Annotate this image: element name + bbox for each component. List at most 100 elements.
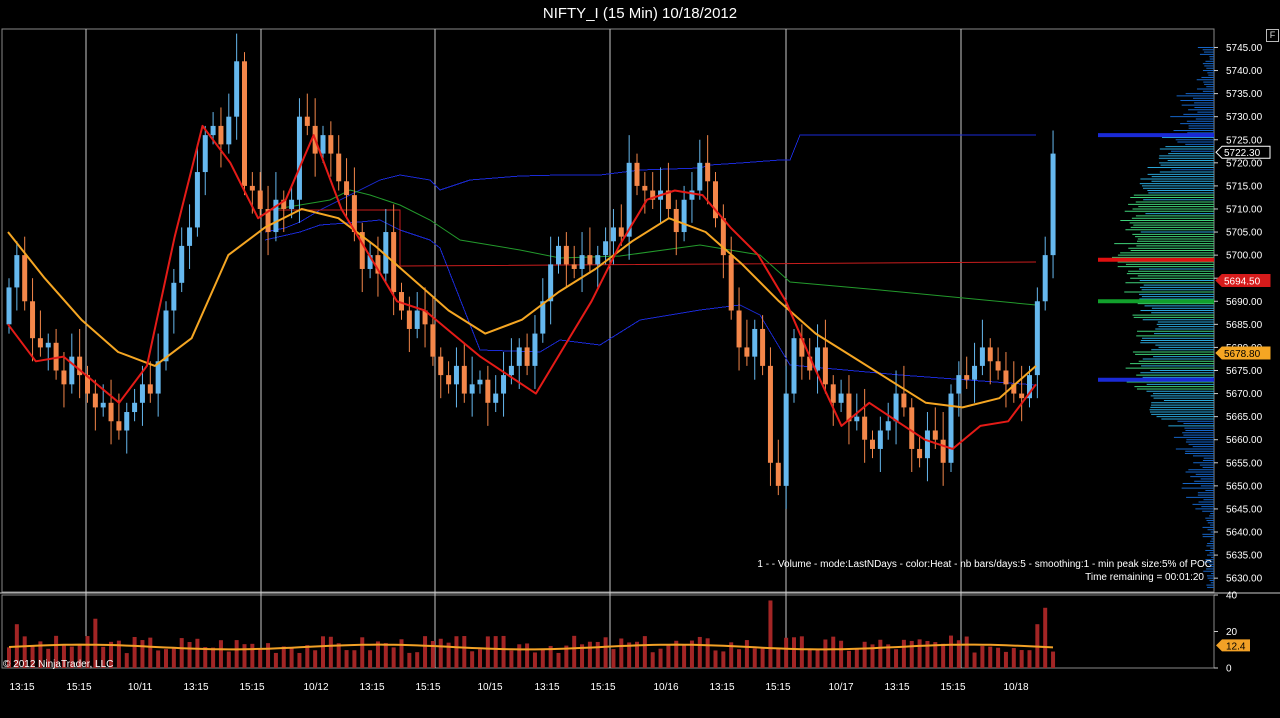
volume-bar — [894, 649, 899, 668]
volume-bar — [336, 643, 341, 668]
volume-badge-label: 12.4 — [1226, 641, 1246, 652]
candle-body — [296, 116, 302, 200]
candle-body — [556, 245, 561, 265]
y-tick-label: 5675.00 — [1226, 366, 1263, 377]
candle-body — [14, 255, 20, 288]
candle-body — [147, 384, 153, 394]
candle-body — [736, 310, 742, 348]
candle — [477, 370, 483, 394]
volume-bar — [493, 636, 498, 668]
volume-bar — [941, 643, 946, 668]
chart-canvas[interactable]: 5745.00 5740.00 5735.00 5730.00 5725.00 5720.… — [0, 0, 1280, 718]
candle-body — [822, 347, 828, 385]
price-badge-label: 5678.80 — [1224, 349, 1261, 360]
volume-bar — [862, 641, 867, 668]
candle — [948, 384, 954, 473]
volume-bar — [148, 637, 153, 668]
volume-bar — [1019, 650, 1024, 668]
candle-body — [595, 255, 601, 265]
volume-bar — [517, 644, 522, 668]
candle — [469, 356, 475, 417]
candle-body — [870, 439, 875, 449]
candle — [171, 268, 177, 334]
volume-bar — [156, 650, 161, 668]
indicator-info: 1 - - Volume - mode:LastNDays - color:He… — [757, 559, 1212, 570]
candle-body — [972, 365, 978, 380]
candle-body — [1050, 153, 1056, 256]
candle-body — [681, 199, 687, 233]
y-tick-label: 5660.00 — [1226, 435, 1263, 446]
y-tick-label: 5635.00 — [1226, 551, 1263, 562]
candle — [501, 352, 507, 417]
candle — [885, 402, 891, 440]
candle — [61, 352, 67, 408]
volume-panel-border — [1, 594, 1215, 669]
volume-bar — [807, 648, 812, 668]
volume-bar — [164, 649, 168, 668]
candle — [30, 278, 36, 362]
volume-bar — [1003, 651, 1008, 668]
volume-bar — [132, 636, 137, 668]
price-axis: 5745.00 5740.00 5735.00 5730.00 5725.00 5720.… — [1214, 43, 1271, 585]
moving-averages — [7, 124, 1037, 450]
volume-bar — [784, 637, 789, 668]
x-tick-label: 13:15 — [709, 682, 734, 693]
candle-body — [948, 393, 954, 463]
candle-body — [752, 328, 758, 357]
volume-bar — [478, 649, 482, 668]
candle — [163, 301, 169, 371]
candle-body — [893, 393, 899, 422]
candle — [22, 236, 28, 311]
candle — [453, 347, 459, 408]
candle — [296, 98, 302, 223]
y-tick-label: 5725.00 — [1226, 135, 1263, 146]
volume-bar — [454, 636, 459, 668]
candle — [917, 435, 923, 468]
candle — [556, 236, 561, 274]
candle — [53, 328, 59, 380]
x-tick-label: 13:15 — [884, 682, 909, 693]
candle — [108, 379, 114, 445]
candle — [972, 342, 978, 403]
volume-average-line — [8, 643, 1054, 651]
candle-body — [862, 416, 868, 440]
candle — [720, 204, 726, 279]
candle-body — [336, 153, 342, 182]
volume-bar — [909, 640, 914, 668]
candle — [493, 375, 499, 413]
candle-body — [767, 365, 773, 463]
candle-body — [932, 430, 938, 440]
candle — [760, 315, 766, 376]
candle-body — [1034, 301, 1040, 376]
volume-bar — [705, 638, 710, 668]
candle-body — [194, 172, 200, 228]
candle-body — [469, 384, 475, 394]
candle-body — [642, 185, 648, 191]
candle-body — [155, 361, 161, 394]
candle — [870, 430, 875, 459]
x-tick-label: 15:15 — [765, 682, 790, 693]
x-tick-label: 10/15 — [477, 682, 502, 693]
volume-bar — [768, 600, 773, 668]
candle — [414, 292, 420, 339]
candle-body — [179, 245, 185, 283]
candle-body — [783, 393, 789, 486]
level-lines — [264, 134, 1037, 386]
candle-body — [61, 370, 67, 385]
volume-bar — [815, 648, 820, 668]
candle — [92, 379, 98, 431]
x-tick-label: 10/18 — [1003, 682, 1028, 693]
vol-y-tick-label: 20 — [1226, 627, 1238, 638]
vah-line — [264, 134, 1036, 233]
candle-body — [1003, 370, 1009, 385]
volume-bar — [713, 650, 718, 668]
candle-body — [689, 190, 695, 200]
volume-bar — [619, 638, 624, 668]
volume-bar — [587, 641, 592, 668]
candle — [226, 93, 232, 154]
candles — [6, 33, 1056, 509]
candle-body — [461, 365, 467, 394]
price-badge: 5678.80 — [1215, 346, 1271, 360]
candle — [234, 33, 240, 140]
candle — [877, 416, 883, 473]
